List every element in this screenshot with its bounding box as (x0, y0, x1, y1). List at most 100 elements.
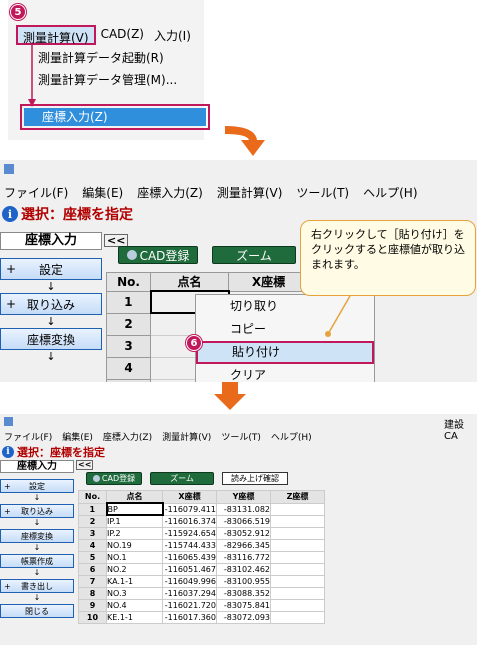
col-x: X座標 (162, 490, 217, 504)
sidebar-item-export[interactable]: + 書き出し (0, 579, 74, 593)
menu-coord[interactable]: 座標入力(Z) (137, 184, 203, 201)
plus-icon: + (6, 297, 17, 311)
table-cell[interactable]: -83075.841 (216, 598, 271, 612)
menu-item-launch[interactable]: 測量計算データ起動(R) (38, 47, 177, 69)
menu-coord[interactable]: 座標入力(Z) (103, 430, 152, 443)
table-cell[interactable]: KE.1-1 (106, 610, 163, 624)
menu-file[interactable]: ファイル(F) (4, 184, 68, 201)
table-cell[interactable]: -116049.996 (162, 574, 217, 588)
context-paste[interactable]: 貼り付け (196, 341, 374, 364)
sidebar-item-import[interactable]: + 取り込み (0, 293, 102, 315)
table-cell[interactable]: NO.19 (106, 538, 163, 552)
sidebar-item-import[interactable]: + 取り込み (0, 504, 74, 518)
menu-item-manage[interactable]: 測量計算データ管理(M)... (38, 69, 177, 91)
sidebar-item-convert[interactable]: 座標変換 (0, 529, 74, 543)
down-arrow-2 (214, 382, 246, 410)
info-icon: i (2, 206, 18, 222)
table-cell[interactable]: IP.1 (106, 514, 163, 528)
table-cell[interactable] (270, 598, 325, 612)
table-cell[interactable]: -115744.433 (162, 538, 217, 552)
table-cell[interactable] (270, 526, 325, 540)
sidebar-item-settings[interactable]: + 設定 (0, 479, 74, 493)
menu-tool[interactable]: ツール(T) (296, 184, 349, 201)
menu-file[interactable]: ファイル(F) (4, 430, 52, 443)
sidebar-item-report[interactable]: 帳票作成 (0, 554, 74, 568)
table-cell[interactable] (270, 610, 325, 624)
table-cell[interactable]: NO.2 (106, 562, 163, 576)
zoom-button[interactable]: ズーム (212, 246, 296, 264)
table-cell[interactable]: -116037.294 (162, 586, 217, 600)
table-row[interactable]: 5 NO.1 -116065.439 -83116.772 (78, 550, 325, 564)
sidebar: 座標入力 + 設定 ↓ + 取り込み ↓ 座標変換 ↓ 帳票作成 ↓ + 書き出し ↓… (0, 460, 74, 618)
table-cell[interactable]: -82966.345 (216, 538, 271, 552)
table-row[interactable]: 8 NO.3 -116037.294 -83088.352 (78, 586, 325, 600)
menu-help[interactable]: ヘルプ(H) (363, 184, 417, 201)
table-cell[interactable] (270, 586, 325, 600)
menu-edit[interactable]: 編集(E) (82, 184, 123, 201)
sidebar-item-settings[interactable]: + 設定 (0, 258, 102, 280)
table-cell[interactable]: NO.1 (106, 550, 163, 564)
table-cell[interactable]: -83052.912 (216, 526, 271, 540)
table-cell[interactable]: -83102.462 (216, 562, 271, 576)
table-cell[interactable]: -116051.467 (162, 562, 217, 576)
sidebar-item-convert[interactable]: 座標変換 (0, 328, 102, 350)
sidebar-label: 書き出し (21, 581, 53, 591)
menu-survey[interactable]: 測量計算(V) (16, 25, 96, 45)
table-row[interactable]: 3 IP.2 -115924.654 -83052.912 (78, 526, 325, 540)
table-cell[interactable]: -116016.374 (162, 514, 217, 528)
table-cell[interactable]: -83066.519 (216, 514, 271, 528)
table-cell[interactable]: -83100.955 (216, 574, 271, 588)
table-cell[interactable]: -115924.654 (162, 526, 217, 540)
col-z: Z座標 (270, 490, 325, 504)
table-cell[interactable] (270, 538, 325, 552)
collapse-icon[interactable]: << (76, 460, 94, 470)
table-row[interactable]: 10 KE.1-1 -116017.360 -83072.093 (78, 610, 325, 624)
table-row[interactable]: 1 BP -116079.411 -83131.082 (78, 502, 325, 516)
cad-register-button[interactable]: CAD登録 (86, 472, 142, 485)
table-cell[interactable] (270, 562, 325, 576)
menu-survey[interactable]: 測量計算(V) (162, 430, 211, 443)
table-cell[interactable]: KA.1-1 (106, 574, 163, 588)
row-number: 8 (78, 586, 107, 600)
menu-edit[interactable]: 編集(E) (62, 430, 93, 443)
context-clear[interactable]: クリア (196, 364, 374, 382)
menu-help[interactable]: ヘルプ(H) (271, 430, 312, 443)
plus-icon: + (4, 581, 11, 591)
table-cell[interactable]: NO.3 (106, 586, 163, 600)
table-cell[interactable]: -116079.411 (162, 502, 217, 516)
table-row[interactable]: 9 NO.4 -116021.720 -83075.841 (78, 598, 325, 612)
table-cell[interactable]: -83088.352 (216, 586, 271, 600)
table-cell[interactable]: -83116.772 (216, 550, 271, 564)
table-row[interactable]: 6 NO.2 -116051.467 -83102.462 (78, 562, 325, 576)
table-cell[interactable]: BP (105, 502, 164, 516)
table-cell[interactable]: -83072.093 (216, 610, 271, 624)
table-cell[interactable]: -83131.082 (216, 502, 271, 516)
page-title: i 選択：座標を指定 (2, 204, 133, 224)
table-cell[interactable] (270, 514, 325, 528)
sidebar-label: 帳票作成 (21, 556, 53, 566)
table-cell[interactable]: -116021.720 (162, 598, 217, 612)
table-row[interactable]: 4 NO.19 -115744.433 -82966.345 (78, 538, 325, 552)
table-row[interactable]: 2 IP.1 -116016.374 -83066.519 (78, 514, 325, 528)
table-cell[interactable]: -116017.360 (162, 610, 217, 624)
row-number: 7 (78, 574, 107, 588)
menu-input[interactable]: 入力(I) (149, 25, 196, 45)
table-cell[interactable] (270, 502, 325, 516)
app-icon (4, 164, 14, 174)
table-cell[interactable]: NO.4 (106, 598, 163, 612)
zoom-button[interactable]: ズーム (150, 472, 214, 485)
table-cell[interactable] (270, 574, 325, 588)
table-cell[interactable]: IP.2 (106, 526, 163, 540)
menu-tool[interactable]: ツール(T) (221, 430, 261, 443)
sidebar-item-close[interactable]: 閉じる (0, 604, 74, 618)
coord-input-item[interactable]: 座標入力(Z) (20, 104, 210, 130)
row-number: 10 (78, 610, 107, 624)
menu-survey[interactable]: 測量計算(V) (217, 184, 283, 201)
down-icon: ↓ (33, 568, 41, 577)
read-check-button[interactable]: 読み上げ確認 (222, 472, 288, 485)
table-cell[interactable]: -116065.439 (162, 550, 217, 564)
cad-register-button[interactable]: CAD登録 (118, 246, 198, 264)
table-row[interactable]: 7 KA.1-1 -116049.996 -83100.955 (78, 574, 325, 588)
menu-cad[interactable]: CAD(Z) (96, 25, 149, 45)
table-cell[interactable] (270, 550, 325, 564)
